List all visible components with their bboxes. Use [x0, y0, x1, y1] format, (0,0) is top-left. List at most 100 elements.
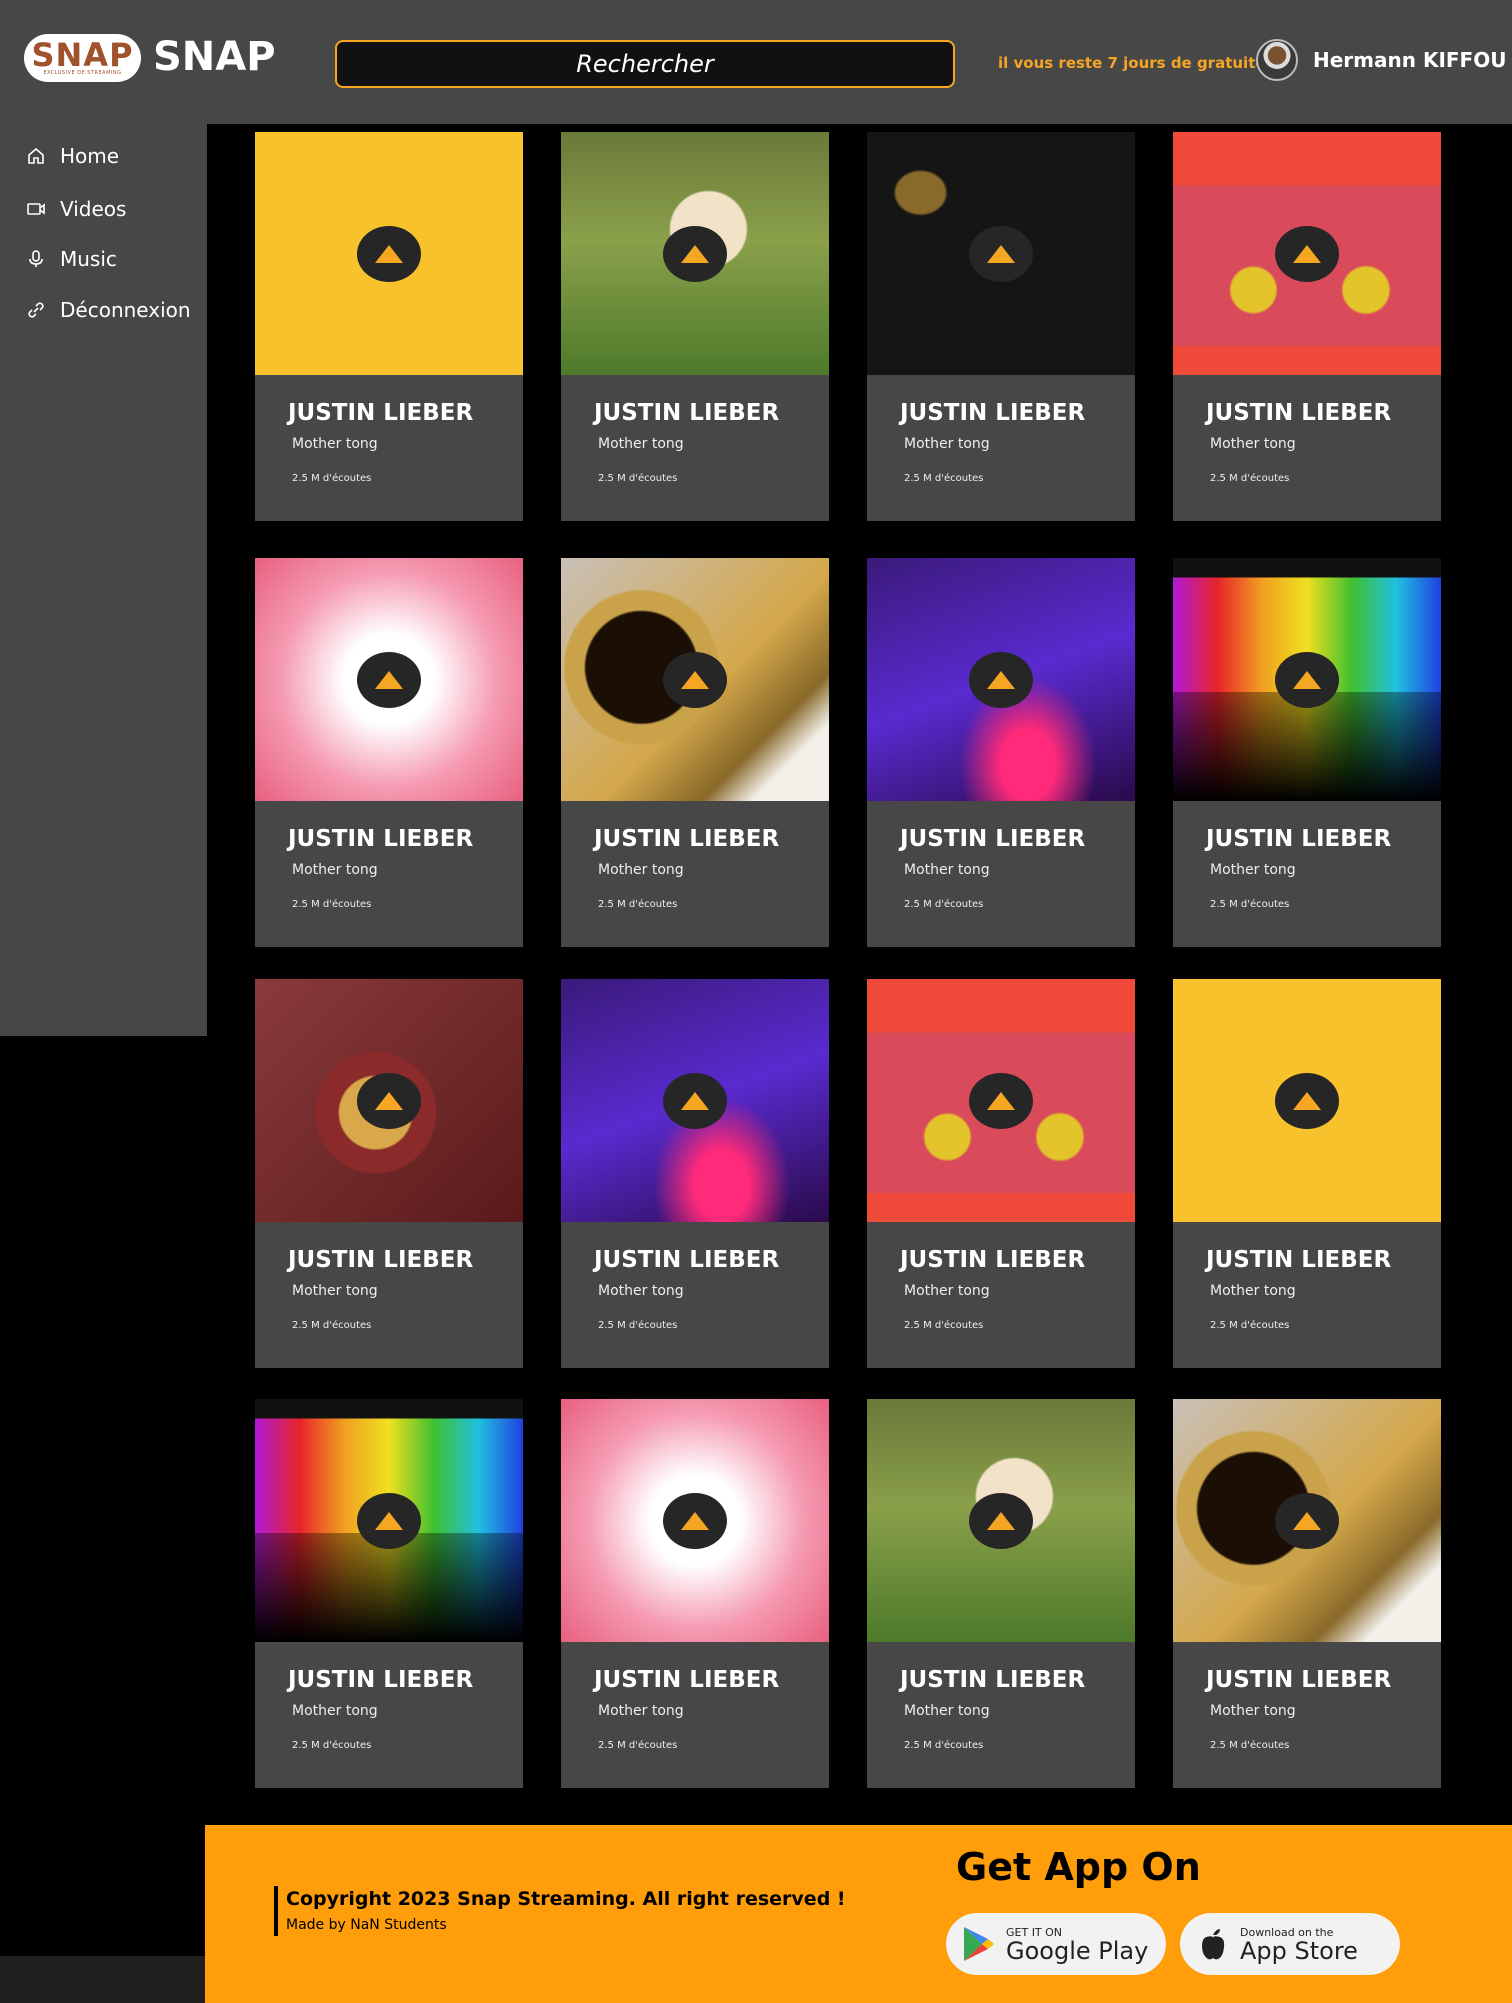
sidebar-item-home[interactable]: Home: [26, 144, 119, 168]
play-button[interactable]: [357, 226, 421, 282]
music-card[interactable]: JUSTIN LIEBER Mother tong 2.5 M d'écoutes: [867, 979, 1135, 1368]
card-title[interactable]: JUSTIN LIEBER: [900, 1667, 1085, 1693]
music-card[interactable]: JUSTIN LIEBER Mother tong 2.5 M d'écoutes: [561, 558, 829, 947]
app-store-label: App Store: [1240, 1936, 1358, 1965]
play-icon: [681, 671, 709, 689]
trial-notice: il vous reste 7 jours de gratuité: [998, 54, 1266, 72]
play-button[interactable]: [969, 226, 1033, 282]
card-title[interactable]: JUSTIN LIEBER: [594, 1667, 779, 1693]
play-icon: [681, 1092, 709, 1110]
card-title[interactable]: JUSTIN LIEBER: [594, 826, 779, 852]
music-card[interactable]: JUSTIN LIEBER Mother tong 2.5 M d'écoutes: [255, 979, 523, 1368]
card-title[interactable]: JUSTIN LIEBER: [288, 400, 473, 426]
card-title[interactable]: JUSTIN LIEBER: [288, 1667, 473, 1693]
sidebar: Home Videos Music Déconnexion: [0, 96, 207, 1036]
play-icon: [1293, 1092, 1321, 1110]
play-button[interactable]: [663, 1073, 727, 1129]
card-title[interactable]: JUSTIN LIEBER: [594, 400, 779, 426]
play-icon: [987, 1512, 1015, 1530]
card-title[interactable]: JUSTIN LIEBER: [594, 1247, 779, 1273]
music-card[interactable]: JUSTIN LIEBER Mother tong 2.5 M d'écoutes: [867, 558, 1135, 947]
music-card[interactable]: JUSTIN LIEBER Mother tong 2.5 M d'écoutes: [255, 558, 523, 947]
play-icon: [987, 671, 1015, 689]
play-button[interactable]: [357, 652, 421, 708]
play-button[interactable]: [1275, 226, 1339, 282]
music-card[interactable]: JUSTIN LIEBER Mother tong 2.5 M d'écoutes: [867, 1399, 1135, 1788]
card-subtitle: Mother tong: [904, 1703, 990, 1719]
card-title[interactable]: JUSTIN LIEBER: [1206, 400, 1391, 426]
play-button[interactable]: [969, 1073, 1033, 1129]
user-avatar[interactable]: [1256, 39, 1298, 81]
music-card[interactable]: JUSTIN LIEBER Mother tong 2.5 M d'écoutes: [867, 132, 1135, 521]
play-icon: [375, 245, 403, 263]
card-subtitle: Mother tong: [598, 436, 684, 452]
google-play-button[interactable]: GET IT ON Google Play: [946, 1913, 1166, 1975]
music-card[interactable]: JUSTIN LIEBER Mother tong 2.5 M d'écoutes: [1173, 132, 1441, 521]
card-title[interactable]: JUSTIN LIEBER: [900, 1247, 1085, 1273]
app-store-button[interactable]: Download on the App Store: [1180, 1913, 1400, 1975]
music-card[interactable]: JUSTIN LIEBER Mother tong 2.5 M d'écoutes: [561, 132, 829, 521]
card-title[interactable]: JUSTIN LIEBER: [900, 400, 1085, 426]
card-subtitle: Mother tong: [1210, 1703, 1296, 1719]
play-count: 2.5 M d'écoutes: [1210, 1320, 1290, 1331]
play-button[interactable]: [357, 1493, 421, 1549]
sidebar-item-videos[interactable]: Videos: [26, 197, 126, 221]
play-icon: [375, 1512, 403, 1530]
made-by-text: Made by NaN Students: [286, 1917, 447, 1933]
play-button[interactable]: [1275, 652, 1339, 708]
footer-left-block: [0, 1956, 205, 2003]
video-icon: [27, 203, 45, 215]
play-button[interactable]: [663, 226, 727, 282]
card-title[interactable]: JUSTIN LIEBER: [1206, 1667, 1391, 1693]
card-title[interactable]: JUSTIN LIEBER: [288, 826, 473, 852]
card-subtitle: Mother tong: [1210, 862, 1296, 878]
card-subtitle: Mother tong: [904, 436, 990, 452]
play-icon: [681, 1512, 709, 1530]
play-count: 2.5 M d'écoutes: [904, 1740, 984, 1751]
music-card[interactable]: JUSTIN LIEBER Mother tong 2.5 M d'écoutes: [1173, 979, 1441, 1368]
play-button[interactable]: [969, 652, 1033, 708]
music-card[interactable]: JUSTIN LIEBER Mother tong 2.5 M d'écoutes: [1173, 1399, 1441, 1788]
music-card[interactable]: JUSTIN LIEBER Mother tong 2.5 M d'écoutes: [255, 132, 523, 521]
play-button[interactable]: [663, 652, 727, 708]
play-button[interactable]: [1275, 1073, 1339, 1129]
sidebar-item-label: Videos: [60, 197, 127, 221]
music-card[interactable]: JUSTIN LIEBER Mother tong 2.5 M d'écoutes: [561, 979, 829, 1368]
play-button[interactable]: [1275, 1493, 1339, 1549]
top-header: SNAP EXCLUSIVE DE STREAMING SNAP il vous…: [0, 0, 1512, 124]
logo-text: SNAP: [31, 36, 134, 74]
play-count: 2.5 M d'écoutes: [1210, 899, 1290, 910]
play-icon: [375, 1092, 403, 1110]
play-button[interactable]: [663, 1493, 727, 1549]
play-button[interactable]: [969, 1493, 1033, 1549]
play-count: 2.5 M d'écoutes: [292, 899, 372, 910]
search-box: [335, 40, 955, 88]
sidebar-item-logout[interactable]: Déconnexion: [26, 298, 191, 322]
music-card[interactable]: JUSTIN LIEBER Mother tong 2.5 M d'écoutes: [1173, 558, 1441, 947]
card-title[interactable]: JUSTIN LIEBER: [288, 1247, 473, 1273]
sidebar-item-label: Déconnexion: [60, 298, 191, 322]
card-subtitle: Mother tong: [292, 436, 378, 452]
play-count: 2.5 M d'écoutes: [292, 473, 372, 484]
card-title[interactable]: JUSTIN LIEBER: [1206, 1247, 1391, 1273]
music-card[interactable]: JUSTIN LIEBER Mother tong 2.5 M d'écoutes: [561, 1399, 829, 1788]
play-count: 2.5 M d'écoutes: [598, 899, 678, 910]
card-subtitle: Mother tong: [904, 1283, 990, 1299]
play-count: 2.5 M d'écoutes: [904, 473, 984, 484]
play-count: 2.5 M d'écoutes: [1210, 1740, 1290, 1751]
play-icon: [1293, 671, 1321, 689]
sidebar-item-music[interactable]: Music: [26, 247, 117, 271]
play-count: 2.5 M d'écoutes: [598, 1740, 678, 1751]
brand-name: SNAP: [153, 34, 276, 80]
link-icon: [28, 302, 44, 318]
play-icon: [987, 1092, 1015, 1110]
snap-logo[interactable]: SNAP EXCLUSIVE DE STREAMING: [24, 34, 141, 82]
search-input[interactable]: [337, 42, 953, 86]
user-name[interactable]: Hermann KIFFOU: [1313, 48, 1506, 72]
card-title[interactable]: JUSTIN LIEBER: [900, 826, 1085, 852]
play-button[interactable]: [357, 1073, 421, 1129]
music-card[interactable]: JUSTIN LIEBER Mother tong 2.5 M d'écoutes: [255, 1399, 523, 1788]
card-title[interactable]: JUSTIN LIEBER: [1206, 826, 1391, 852]
play-icon: [681, 245, 709, 263]
microphone-icon: [29, 250, 43, 267]
